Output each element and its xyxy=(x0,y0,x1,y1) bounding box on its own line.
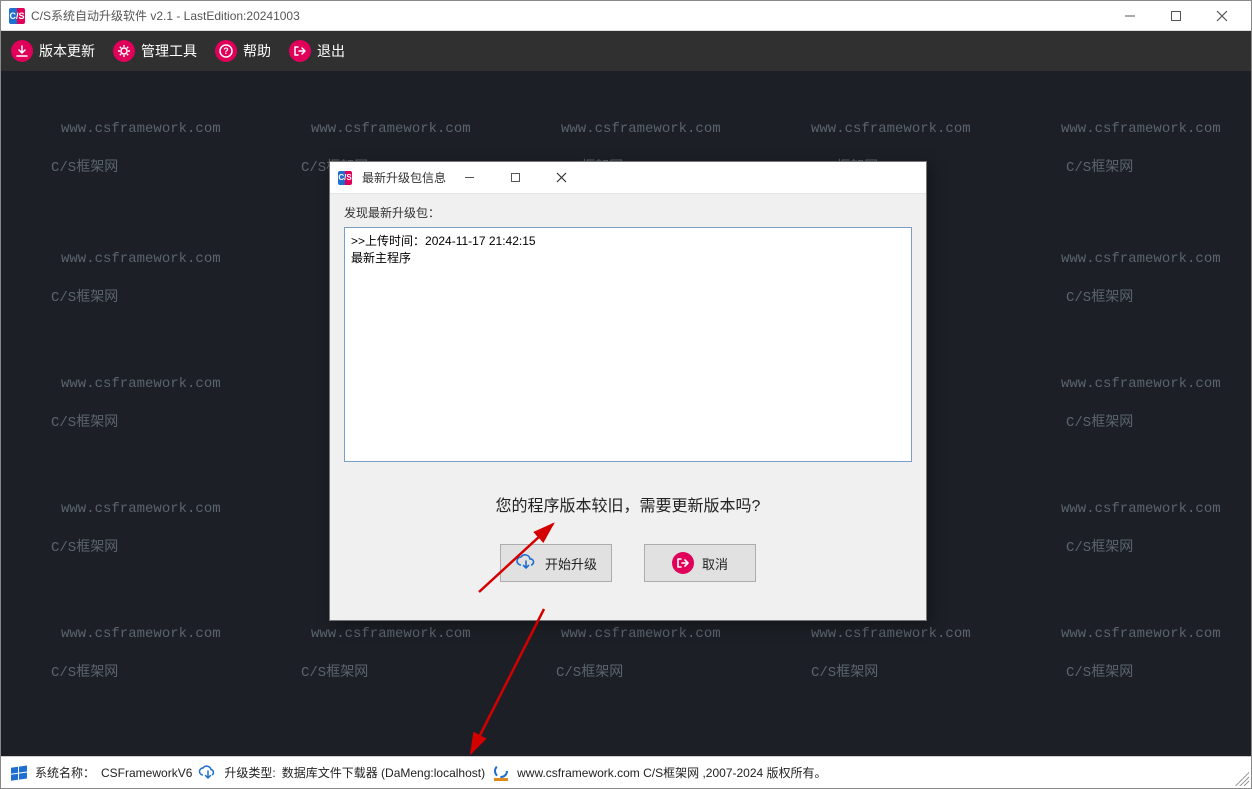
windows-icon xyxy=(9,763,29,783)
toolbar-item-exit[interactable]: 退出 xyxy=(289,40,345,62)
logo-icon xyxy=(491,763,511,783)
upgrade-info-textarea[interactable] xyxy=(344,227,912,462)
upgrade-dialog: C/S 最新升级包信息 发现最新升级包： 您的程序版本较旧，需要更新版本吗? 开… xyxy=(329,161,927,621)
main-titlebar: C/S C/S系统自动升级软件 v2.1 - LastEdition:20241… xyxy=(1,1,1251,31)
cancel-button[interactable]: 取消 xyxy=(644,544,756,582)
watermark-url: www.csframework.com xyxy=(811,121,971,137)
close-icon xyxy=(556,172,567,183)
watermark-name: C/S框架网 xyxy=(556,661,623,681)
watermark-name: C/S框架网 xyxy=(811,661,878,681)
close-icon xyxy=(1216,10,1228,22)
dialog-minimize-button[interactable] xyxy=(446,163,492,193)
watermark-url: www.csframework.com xyxy=(311,626,471,642)
watermark-url: www.csframework.com xyxy=(311,121,471,137)
download-icon xyxy=(11,40,33,62)
watermark-url: www.csframework.com xyxy=(61,251,221,267)
close-button[interactable] xyxy=(1199,1,1245,31)
minimize-icon xyxy=(1124,10,1136,22)
toolbar-item-update[interactable]: 版本更新 xyxy=(11,40,95,62)
gear-icon xyxy=(113,40,135,62)
button-label: 开始升级 xyxy=(545,554,597,573)
upgrade-type-label: 升级类型: xyxy=(224,764,275,781)
toolbar-item-label: 版本更新 xyxy=(39,41,95,61)
watermark-url: www.csframework.com xyxy=(561,626,721,642)
maximize-icon xyxy=(510,172,521,183)
exit-icon xyxy=(289,40,311,62)
app-icon: C/S xyxy=(338,171,352,185)
found-package-label: 发现最新升级包： xyxy=(344,204,912,221)
toolbar-item-manage[interactable]: 管理工具 xyxy=(113,40,197,62)
watermark-url: www.csframework.com xyxy=(561,121,721,137)
help-icon: ? xyxy=(215,40,237,62)
cloud-download-icon xyxy=(515,552,537,574)
upgrade-prompt: 您的程序版本较旧，需要更新版本吗? xyxy=(344,492,912,516)
watermark-name: C/S框架网 xyxy=(51,411,118,431)
watermark-url: www.csframework.com xyxy=(811,626,971,642)
maximize-button[interactable] xyxy=(1153,1,1199,31)
button-label: 取消 xyxy=(702,554,728,573)
watermark-url: www.csframework.com xyxy=(61,376,221,392)
app-icon: C/S xyxy=(9,8,25,24)
watermark-name: C/S框架网 xyxy=(51,156,118,176)
dialog-maximize-button[interactable] xyxy=(492,163,538,193)
dialog-body: 发现最新升级包： 您的程序版本较旧，需要更新版本吗? 开始升级 取消 xyxy=(330,194,926,620)
window-title: C/S系统自动升级软件 v2.1 - LastEdition:20241003 xyxy=(31,7,300,24)
copyright-text: www.csframework.com C/S框架网 ,2007-2024 版权… xyxy=(517,764,826,781)
watermark-url: www.csframework.com xyxy=(61,626,221,642)
svg-text:?: ? xyxy=(223,46,229,56)
dialog-button-row: 开始升级 取消 xyxy=(344,544,912,582)
statusbar: 系统名称： CSFrameworkV6 升级类型: 数据库文件下载器 (DaMe… xyxy=(1,756,1251,788)
exit-icon xyxy=(672,552,694,574)
resize-grip-icon[interactable] xyxy=(1235,772,1249,786)
watermark-url: www.csframework.com xyxy=(1061,626,1221,642)
toolbar-item-label: 管理工具 xyxy=(141,41,197,61)
watermark-name: C/S框架网 xyxy=(1066,286,1133,306)
watermark-name: C/S框架网 xyxy=(1066,661,1133,681)
watermark-url: www.csframework.com xyxy=(61,121,221,137)
toolbar-item-help[interactable]: ? 帮助 xyxy=(215,40,271,62)
watermark-url: www.csframework.com xyxy=(1061,251,1221,267)
dialog-title: 最新升级包信息 xyxy=(362,169,446,186)
watermark-name: C/S框架网 xyxy=(51,536,118,556)
minimize-icon xyxy=(464,172,475,183)
start-upgrade-button[interactable]: 开始升级 xyxy=(500,544,612,582)
upgrade-type-value: 数据库文件下载器 (DaMeng:localhost) xyxy=(282,764,485,781)
watermark-name: C/S框架网 xyxy=(301,661,368,681)
watermark-name: C/S框架网 xyxy=(51,286,118,306)
toolbar-item-label: 帮助 xyxy=(243,41,271,61)
cloud-download-icon xyxy=(198,763,218,783)
watermark-url: www.csframework.com xyxy=(1061,376,1221,392)
toolbar-item-label: 退出 xyxy=(317,41,345,61)
dialog-close-button[interactable] xyxy=(538,163,584,193)
watermark-name: C/S框架网 xyxy=(1066,536,1133,556)
watermark-name: C/S框架网 xyxy=(1066,156,1133,176)
watermark-name: C/S框架网 xyxy=(51,661,118,681)
dialog-titlebar: C/S 最新升级包信息 xyxy=(330,162,926,194)
maximize-icon xyxy=(1170,10,1182,22)
watermark-name: C/S框架网 xyxy=(1066,411,1133,431)
watermark-url: www.csframework.com xyxy=(61,501,221,517)
main-toolbar: 版本更新 管理工具 ? 帮助 退出 xyxy=(1,31,1251,71)
system-name-value: CSFrameworkV6 xyxy=(101,766,192,780)
system-name-label: 系统名称： xyxy=(35,764,95,781)
watermark-url: www.csframework.com xyxy=(1061,121,1221,137)
watermark-url: www.csframework.com xyxy=(1061,501,1221,517)
minimize-button[interactable] xyxy=(1107,1,1153,31)
